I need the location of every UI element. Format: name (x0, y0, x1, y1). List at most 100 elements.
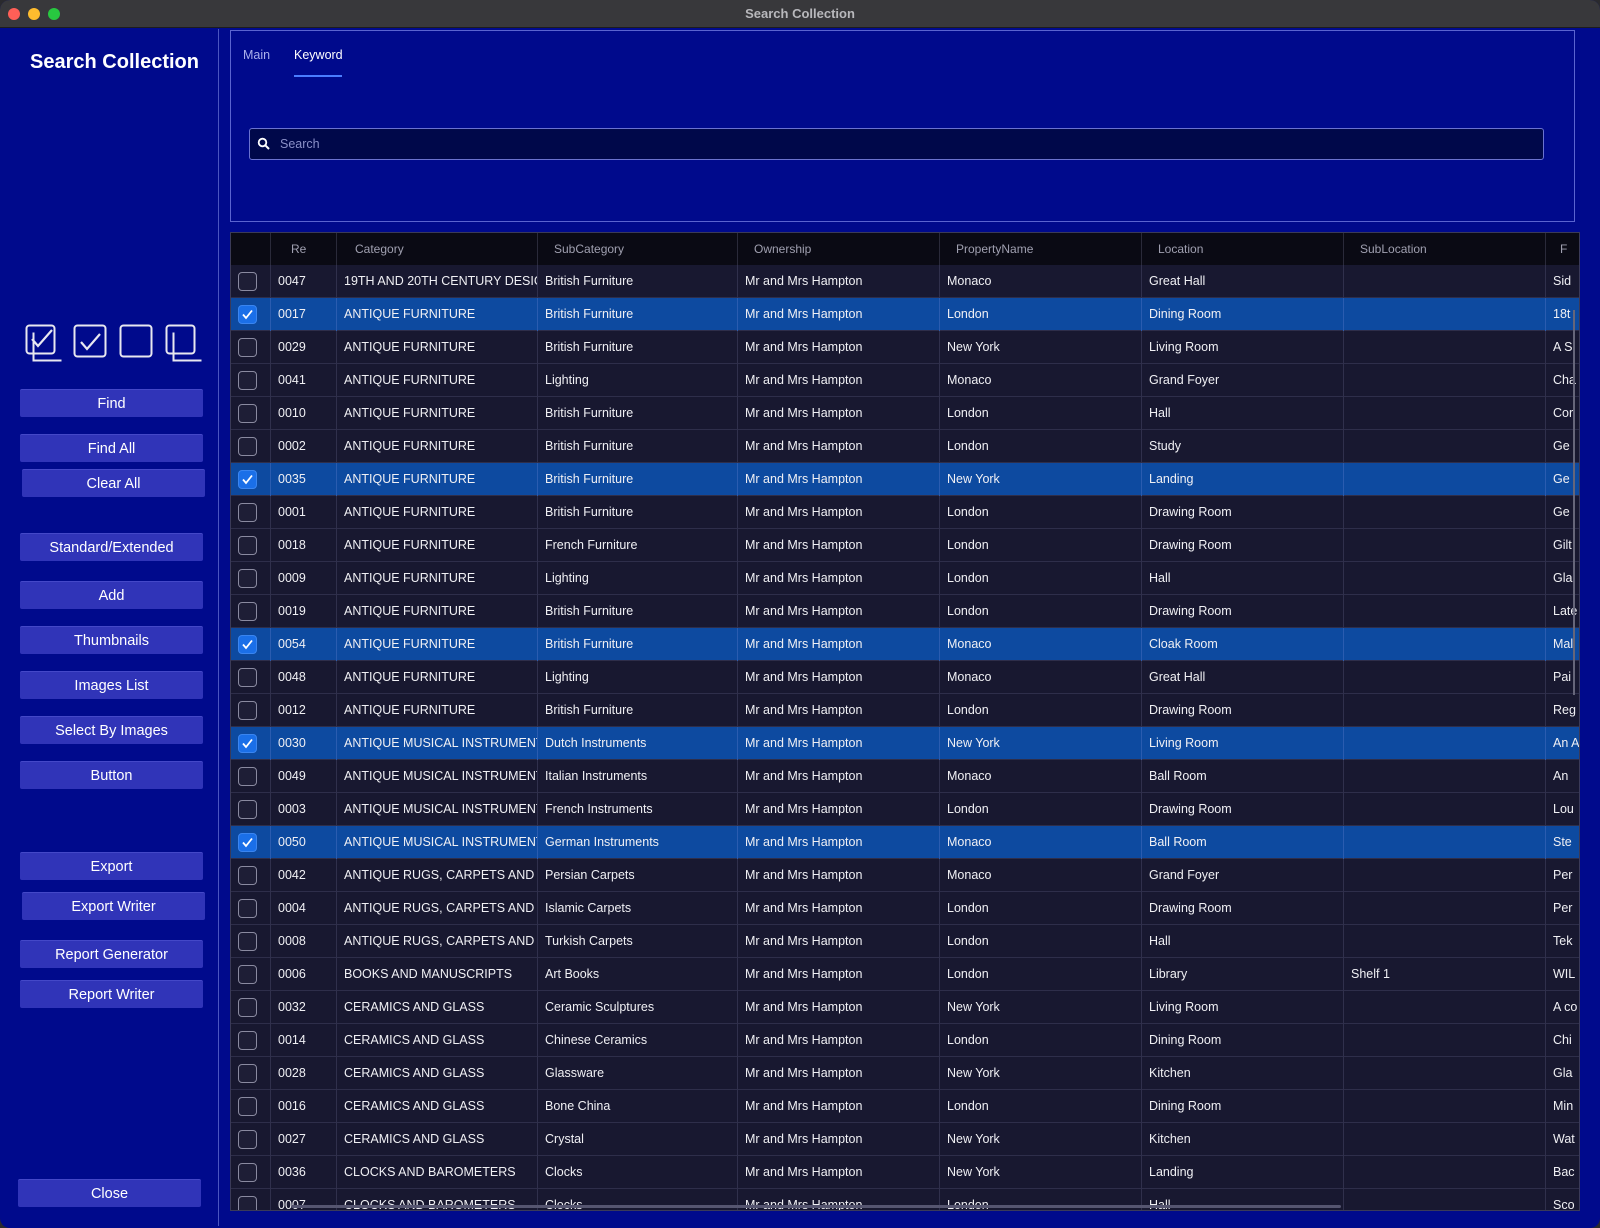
find-button[interactable]: Find (20, 389, 203, 417)
row-checkbox[interactable] (238, 899, 257, 918)
table-row[interactable]: 0029 ANTIQUE FURNITURE British Furniture Mr… (231, 331, 1579, 364)
row-checkbox[interactable] (238, 866, 257, 885)
table-row[interactable]: 0041 ANTIQUE FURNITURE Lighting Mr and Mrs … (231, 364, 1579, 397)
images-list-button[interactable]: Images List (20, 671, 203, 699)
row-checkbox[interactable] (238, 668, 257, 687)
table-row[interactable]: 0012 ANTIQUE FURNITURE British Furniture Mr… (231, 694, 1579, 727)
row-checkbox[interactable] (238, 470, 257, 489)
row-checkbox[interactable] (238, 1196, 257, 1210)
row-checkbox[interactable] (238, 734, 257, 753)
table-row[interactable]: 0004 ANTIQUE RUGS, CARPETS AND TE Islamic … (231, 892, 1579, 925)
table-row[interactable]: 0049 ANTIQUE MUSICAL INSTRUMENTS Italian I… (231, 760, 1579, 793)
row-checkbox[interactable] (238, 1031, 257, 1050)
export-writer-button[interactable]: Export Writer (22, 892, 205, 920)
row-checkbox[interactable] (238, 1163, 257, 1182)
report-generator-button[interactable]: Report Generator (20, 940, 203, 968)
row-checkbox[interactable] (238, 1064, 257, 1083)
table-row[interactable]: 0047 19TH AND 20TH CENTURY DESIGN British … (231, 265, 1579, 298)
row-checkbox[interactable] (238, 1130, 257, 1149)
row-checkbox[interactable] (238, 437, 257, 456)
cell-subcategory: Crystal (538, 1123, 738, 1156)
cell-category: ANTIQUE RUGS, CARPETS AND TE (337, 859, 538, 892)
table-row[interactable]: 0027 CERAMICS AND GLASS Crystal Mr and Mrs … (231, 1123, 1579, 1156)
column-header-location[interactable]: Location (1142, 233, 1344, 265)
row-checkbox[interactable] (238, 536, 257, 555)
thumbnails-button[interactable]: Thumbnails (20, 626, 203, 654)
search-box[interactable] (249, 128, 1544, 160)
column-header-ownership[interactable]: Ownership (738, 233, 940, 265)
row-checkbox[interactable] (238, 305, 257, 324)
cell-category: CERAMICS AND GLASS (337, 1090, 538, 1123)
row-checkbox[interactable] (238, 371, 257, 390)
table-row[interactable]: 0010 ANTIQUE FURNITURE British Furniture Mr… (231, 397, 1579, 430)
table-row[interactable]: 0019 ANTIQUE FURNITURE British Furniture Mr… (231, 595, 1579, 628)
cell-ownership: Mr and Mrs Hampton (738, 265, 940, 298)
table-row[interactable]: 0018 ANTIQUE FURNITURE French Furniture Mr … (231, 529, 1579, 562)
cell-ownership: Mr and Mrs Hampton (738, 859, 940, 892)
row-checkbox[interactable] (238, 503, 257, 522)
row-checkbox[interactable] (238, 635, 257, 654)
table-row[interactable]: 0054 ANTIQUE FURNITURE British Furniture Mr… (231, 628, 1579, 661)
table-row[interactable]: 0032 CERAMICS AND GLASS Ceramic Sculptures… (231, 991, 1579, 1024)
column-header-re[interactable]: Re (271, 233, 337, 265)
row-checkbox[interactable] (238, 767, 257, 786)
cell-re: 0050 (271, 826, 337, 859)
column-header-f[interactable]: F (1546, 233, 1579, 265)
deselect-all-icon[interactable] (165, 324, 202, 362)
row-checkbox[interactable] (238, 800, 257, 819)
add-button[interactable]: Add (20, 581, 203, 609)
row-checkbox[interactable] (238, 404, 257, 423)
horizontal-scrollbar[interactable] (291, 1205, 1341, 1208)
table-row[interactable]: 0017 ANTIQUE FURNITURE British Furniture Mr… (231, 298, 1579, 331)
table-row[interactable]: 0030 ANTIQUE MUSICAL INSTRUMENTS Dutch Ins… (231, 727, 1579, 760)
table-row[interactable]: 0035 ANTIQUE FURNITURE British Furniture Mr… (231, 463, 1579, 496)
table-row[interactable]: 0048 ANTIQUE FURNITURE Lighting Mr and Mrs … (231, 661, 1579, 694)
row-checkbox[interactable] (238, 569, 257, 588)
generic-button[interactable]: Button (20, 761, 203, 789)
check-icon[interactable] (73, 324, 109, 360)
row-checkbox[interactable] (238, 602, 257, 621)
clear-all-button[interactable]: Clear All (22, 469, 205, 497)
search-icon (257, 137, 271, 151)
table-row[interactable]: 0028 CERAMICS AND GLASS Glassware Mr and Mr… (231, 1057, 1579, 1090)
table-row[interactable]: 0003 ANTIQUE MUSICAL INSTRUMENTS French In… (231, 793, 1579, 826)
vertical-scrollbar[interactable] (1571, 265, 1577, 1205)
column-header-propertyname[interactable]: PropertyName (940, 233, 1142, 265)
column-header-category[interactable]: Category (337, 233, 538, 265)
table-row[interactable]: 0002 ANTIQUE FURNITURE British Furniture Mr… (231, 430, 1579, 463)
table-row[interactable]: 0014 CERAMICS AND GLASS Chinese Ceramics Mr… (231, 1024, 1579, 1057)
uncheck-icon[interactable] (119, 324, 155, 360)
select-all-icon[interactable] (25, 324, 62, 362)
tab-keyword[interactable]: Keyword (294, 48, 343, 62)
row-checkbox[interactable] (238, 965, 257, 984)
search-input[interactable] (280, 129, 1520, 159)
row-checkbox[interactable] (238, 932, 257, 951)
column-header-sublocation[interactable]: SubLocation (1344, 233, 1546, 265)
row-checkbox[interactable] (238, 701, 257, 720)
row-checkbox[interactable] (238, 338, 257, 357)
table-row[interactable]: 0008 ANTIQUE RUGS, CARPETS AND TE Turkish … (231, 925, 1579, 958)
select-by-images-button[interactable]: Select By Images (20, 716, 203, 744)
row-checkbox[interactable] (238, 272, 257, 291)
table-row[interactable]: 0001 ANTIQUE FURNITURE British Furniture Mr… (231, 496, 1579, 529)
column-header-subcategory[interactable]: SubCategory (538, 233, 738, 265)
table-row[interactable]: 0016 CERAMICS AND GLASS Bone China Mr and M… (231, 1090, 1579, 1123)
close-button[interactable]: Close (18, 1179, 201, 1207)
cell-sublocation (1344, 364, 1546, 397)
row-checkbox[interactable] (238, 833, 257, 852)
cell-location: Hall (1142, 925, 1344, 958)
cell-category: ANTIQUE FURNITURE (337, 595, 538, 628)
table-row[interactable]: 0006 BOOKS AND MANUSCRIPTS Art Books Mr and… (231, 958, 1579, 991)
standard-extended-button[interactable]: Standard/Extended (20, 533, 203, 561)
table-row[interactable]: 0050 ANTIQUE MUSICAL INSTRUMENTS German In… (231, 826, 1579, 859)
row-checkbox[interactable] (238, 1097, 257, 1116)
table-row[interactable]: 0042 ANTIQUE RUGS, CARPETS AND TE Persian … (231, 859, 1579, 892)
table-row[interactable]: 0009 ANTIQUE FURNITURE Lighting Mr and Mrs … (231, 562, 1579, 595)
row-checkbox[interactable] (238, 998, 257, 1017)
find-all-button[interactable]: Find All (20, 434, 203, 462)
table-row[interactable]: 0036 CLOCKS AND BAROMETERS Clocks Mr and Mr… (231, 1156, 1579, 1189)
tab-main[interactable]: Main (243, 48, 270, 62)
export-button[interactable]: Export (20, 852, 203, 880)
cell-category: ANTIQUE MUSICAL INSTRUMENTS (337, 826, 538, 859)
report-writer-button[interactable]: Report Writer (20, 980, 203, 1008)
